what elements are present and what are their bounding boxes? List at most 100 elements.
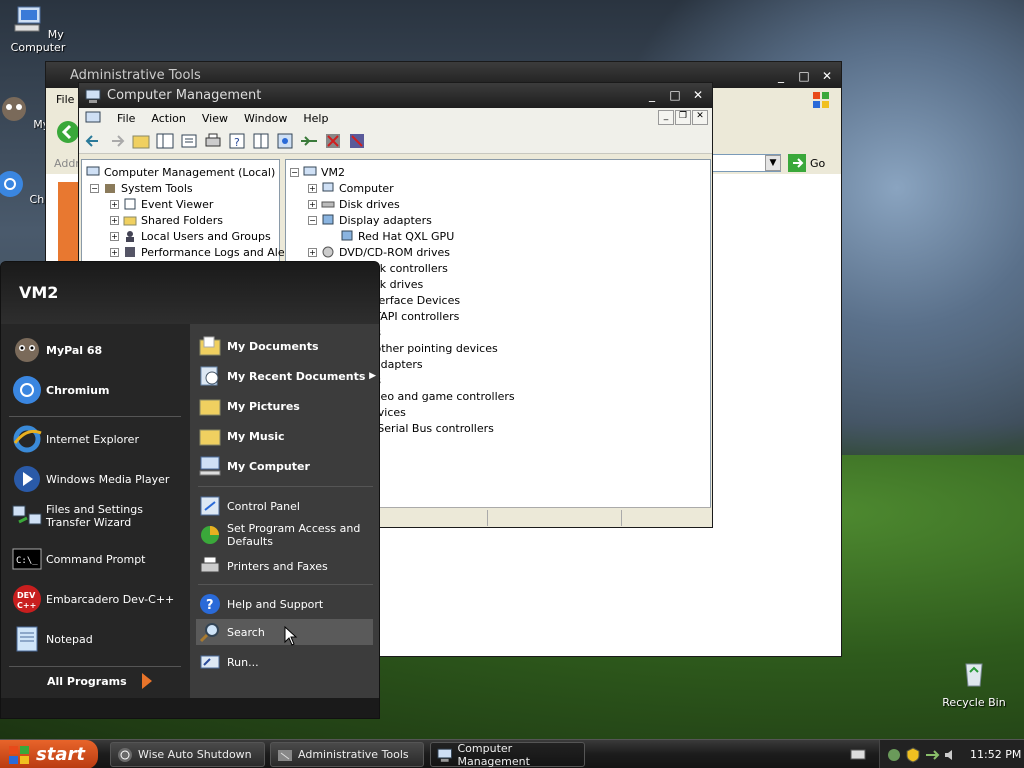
start-item-run[interactable]: Run... — [198, 650, 259, 674]
task-administrative-tools[interactable]: Administrative Tools — [270, 742, 424, 767]
start-item-chromium[interactable]: Chromium — [11, 374, 109, 406]
uninstall-icon[interactable] — [323, 132, 343, 150]
safely-remove-hardware-icon[interactable] — [924, 747, 940, 763]
windows-logo-icon — [813, 92, 829, 108]
device-root-vm2[interactable]: − VM2 — [290, 164, 515, 180]
start-item-my-recent-documents[interactable]: My Recent Documents ▶ — [198, 364, 376, 388]
clock[interactable]: 11:52 PM — [970, 748, 1021, 761]
expand-toggle[interactable]: + — [308, 183, 317, 193]
start-menu-separator — [198, 584, 373, 585]
start-item-help-support[interactable]: ? Help and Support — [198, 592, 323, 616]
scan-hardware-icon[interactable] — [275, 132, 295, 150]
device-category-dvd-cd-rom[interactable]: + DVD/CD-ROM drives — [290, 244, 515, 260]
minimize-button[interactable]: _ — [642, 86, 662, 104]
computer-icon — [303, 166, 317, 176]
collapse-toggle[interactable]: − — [308, 215, 317, 225]
desktop-icon-recycle-bin[interactable]: Recycle Bin — [936, 658, 1012, 709]
computer-management-titlebar[interactable]: Computer Management _ □ ✕ — [79, 83, 712, 108]
show-hide-tree-icon[interactable] — [155, 132, 175, 150]
expand-toggle[interactable]: + — [110, 215, 119, 225]
close-button[interactable]: ✕ — [688, 86, 708, 104]
start-item-my-pictures[interactable]: My Pictures — [198, 394, 300, 418]
start-item-mypal[interactable]: MyPal 68 — [11, 334, 102, 366]
expand-toggle[interactable]: + — [308, 247, 317, 257]
svg-text:C:\_: C:\_ — [16, 556, 38, 566]
tree-item-shared-folders[interactable]: + Shared Folders — [86, 212, 299, 228]
tree-item-local-users[interactable]: + Local Users and Groups — [86, 228, 299, 244]
chevron-down-icon[interactable]: ▼ — [765, 155, 781, 171]
start-item-search[interactable]: Search — [198, 620, 265, 644]
menu-file[interactable]: File — [117, 112, 135, 125]
expand-toggle[interactable]: + — [308, 199, 317, 209]
collapse-toggle[interactable]: − — [90, 183, 99, 193]
transfer-wizard-icon — [12, 505, 42, 525]
maximize-button[interactable]: □ — [665, 86, 685, 104]
volume-icon[interactable] — [943, 747, 959, 763]
start-item-my-music[interactable]: My Music — [198, 424, 285, 448]
minimize-button[interactable]: _ — [771, 67, 791, 85]
task-computer-management[interactable]: Computer Management — [430, 742, 585, 768]
properties-icon[interactable] — [179, 132, 199, 150]
tree-item-computer-management[interactable]: Computer Management (Local) — [86, 164, 299, 180]
admin-sidebar-strip — [58, 182, 78, 262]
administrative-tools-icon — [278, 749, 292, 761]
expand-toggle[interactable]: + — [110, 231, 119, 241]
forward-arrow-icon[interactable] — [107, 132, 127, 150]
menu-help[interactable]: Help — [303, 112, 328, 125]
go-label: Go — [810, 156, 826, 170]
maximize-button[interactable]: □ — [794, 67, 814, 85]
export-list-icon[interactable] — [251, 132, 271, 150]
disable-device-icon[interactable] — [347, 132, 367, 150]
mouse-cursor-icon — [284, 626, 298, 646]
update-driver-icon[interactable] — [299, 132, 319, 150]
tree-item-event-viewer[interactable]: + Event Viewer — [86, 196, 299, 212]
expand-toggle[interactable]: + — [110, 247, 119, 257]
start-item-my-documents[interactable]: My Documents — [198, 334, 319, 358]
start-item-internet-explorer[interactable]: Internet Explorer — [11, 423, 139, 455]
network-icon[interactable] — [886, 747, 902, 763]
device-category-display-adapters[interactable]: − Display adapters — [290, 212, 515, 228]
start-item-notepad[interactable]: Notepad — [11, 623, 93, 655]
child-minimize-button[interactable]: _ — [658, 110, 674, 125]
start-item-control-panel[interactable]: Control Panel — [198, 494, 300, 518]
collapse-toggle[interactable]: − — [290, 167, 299, 177]
child-close-button[interactable]: ✕ — [692, 110, 708, 125]
print-icon[interactable] — [203, 132, 223, 150]
start-item-media-player[interactable]: Windows Media Player — [11, 463, 169, 495]
security-shield-icon[interactable] — [905, 746, 921, 763]
go-button[interactable]: Go — [788, 154, 825, 172]
task-wise-auto-shutdown[interactable]: Wise Auto Shutdown — [110, 742, 265, 767]
start-item-program-defaults[interactable]: Set Program Access and Defaults — [198, 522, 373, 548]
close-button[interactable]: ✕ — [817, 67, 837, 85]
menu-window[interactable]: Window — [244, 112, 287, 125]
printer-icon — [200, 556, 220, 573]
child-restore-button[interactable]: ❐ — [675, 110, 691, 125]
start-button[interactable]: start — [0, 740, 98, 768]
start-item-command-prompt[interactable]: C:\_ Command Prompt — [11, 543, 146, 575]
menu-view[interactable]: View — [202, 112, 228, 125]
mmc-icon — [85, 111, 101, 123]
expand-toggle[interactable]: + — [110, 199, 119, 209]
start-item-devcpp[interactable]: DEV C++ Embarcadero Dev-C++ — [11, 583, 174, 615]
device-red-hat-qxl-gpu[interactable]: Red Hat QXL GPU — [290, 228, 515, 244]
tree-item-performance-logs[interactable]: + Performance Logs and Alerts — [86, 244, 299, 260]
internet-explorer-icon — [13, 425, 42, 453]
start-item-printers-faxes[interactable]: Printers and Faxes — [198, 554, 328, 578]
back-arrow-icon[interactable] — [56, 120, 80, 144]
address-label: Addr — [54, 157, 80, 170]
device-category-computer[interactable]: + Computer — [290, 180, 515, 196]
back-arrow-icon[interactable] — [83, 132, 103, 150]
up-folder-icon[interactable] — [131, 132, 151, 150]
help-icon[interactable]: ? — [227, 132, 247, 150]
start-item-my-computer[interactable]: My Computer — [198, 454, 310, 478]
keyboard-icon[interactable] — [850, 747, 866, 761]
start-item-transfer-wizard[interactable]: Files and Settings Transfer Wizard — [11, 500, 186, 532]
svg-text:DEV: DEV — [17, 591, 36, 600]
menu-file[interactable]: File — [56, 93, 74, 106]
all-programs-button[interactable]: All Programs — [47, 672, 153, 690]
tree-item-system-tools[interactable]: − System Tools — [86, 180, 299, 196]
device-category-disk-drives[interactable]: + Disk drives — [290, 196, 515, 212]
menu-action[interactable]: Action — [151, 112, 185, 125]
taskbar: start Wise Auto Shutdown Administrative … — [0, 739, 1024, 768]
desktop-icon-my-computer[interactable]: My Computer — [0, 3, 76, 54]
